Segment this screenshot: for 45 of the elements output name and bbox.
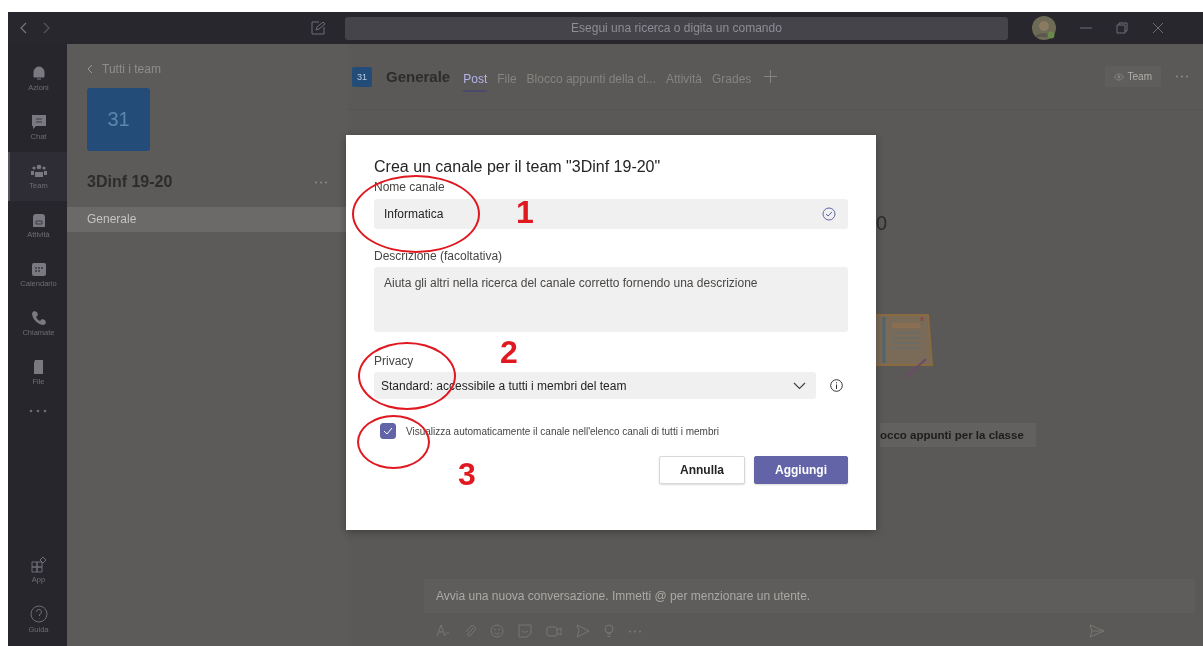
channel-item[interactable]: Generale	[67, 207, 348, 232]
minimize-icon[interactable]	[1080, 27, 1092, 29]
chat-icon	[30, 114, 47, 130]
apps-icon	[30, 557, 47, 573]
add-button[interactable]: Aggiungi	[754, 456, 848, 484]
add-icon[interactable]	[764, 70, 778, 83]
description-field[interactable]: Aiuta gli altri nella ricerca del canale corretto fornendo una descrizione	[374, 267, 848, 332]
dialog-title: Crea un canale per il team "3Dinf 19-20"	[374, 158, 662, 176]
paperclip-icon[interactable]	[464, 624, 476, 638]
bell-icon	[30, 65, 47, 81]
close-icon[interactable]	[1152, 22, 1164, 34]
annotation-number: 1	[516, 196, 534, 228]
cancel-button[interactable]: Annulla	[659, 456, 745, 484]
video-camera-icon[interactable]	[546, 624, 562, 638]
annotation-number: 3	[458, 458, 476, 490]
message-field[interactable]: Avvia una nuova conversazione. Immetti @ per menzionare un utente.	[424, 579, 1195, 613]
checkbox[interactable]	[380, 423, 396, 439]
info-icon[interactable]	[830, 379, 843, 392]
help-icon	[29, 605, 48, 623]
team-button[interactable]: Team	[1104, 66, 1161, 87]
restore-icon[interactable]	[1116, 22, 1128, 34]
team-avatar: 31	[87, 88, 150, 151]
send-icon[interactable]	[1089, 624, 1105, 638]
compose-icon[interactable]	[311, 21, 325, 35]
field-label: Privacy	[374, 354, 415, 368]
phone-icon	[30, 310, 47, 326]
send-outline-icon[interactable]	[576, 624, 590, 638]
more-icon[interactable]	[314, 180, 328, 184]
chevron-down-icon	[793, 381, 806, 390]
people-icon	[30, 163, 47, 179]
lightbulb-icon[interactable]	[604, 624, 614, 638]
sticker-icon[interactable]	[518, 624, 532, 638]
avatar-icon[interactable]	[1032, 16, 1056, 40]
field-label: Nome canale	[374, 180, 446, 194]
more-icon[interactable]	[1175, 75, 1189, 78]
text-format-icon[interactable]	[436, 624, 450, 638]
notebook-button[interactable]: occo appunti per la classe	[880, 423, 1036, 447]
backpack-icon	[30, 212, 47, 228]
annotation-number: 2	[500, 336, 518, 368]
eye-icon	[1113, 72, 1124, 81]
field-label: Descrizione (facoltativa)	[374, 249, 504, 263]
search-field[interactable]: Esegui una ricerca o digita un comando	[345, 16, 1008, 40]
check-icon	[383, 427, 393, 435]
channel-avatar: 31	[352, 66, 372, 87]
calendar-icon	[30, 261, 47, 277]
